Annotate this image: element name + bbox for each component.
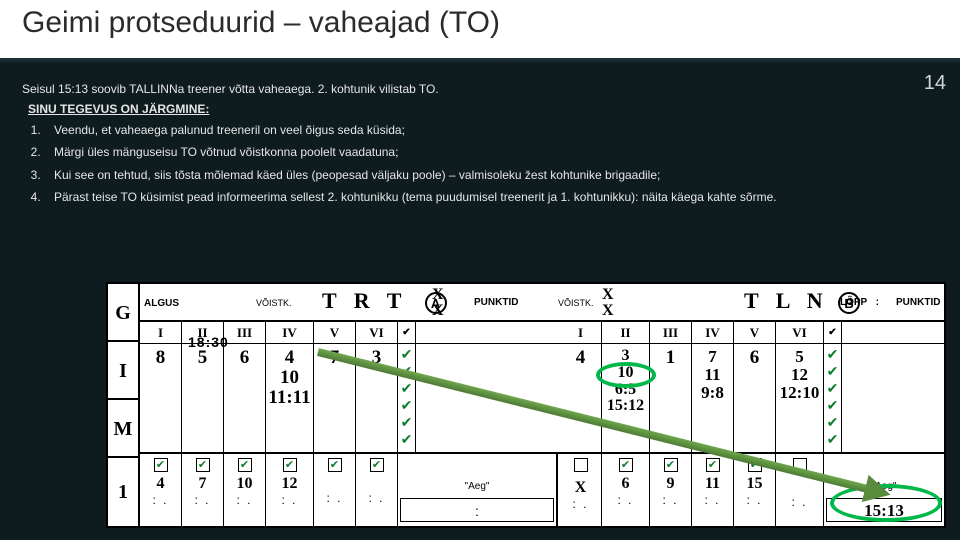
aeg-label: "Aeg" — [824, 481, 944, 492]
bcell: ✔9: . — [650, 454, 692, 528]
cell-a6: 3 — [356, 344, 398, 452]
bcell: ✔15: . — [734, 454, 776, 528]
bcell: ✔10: . — [224, 454, 266, 528]
bcell: X: . — [560, 454, 602, 528]
tick-col: ✔ — [824, 322, 842, 344]
punktid-label-a: PUNKTID — [474, 284, 518, 322]
x-mark-icon: X — [602, 302, 614, 320]
cell-a4: 4 10 11:11 — [266, 344, 314, 452]
lopp-label: LÕPP : — [840, 284, 879, 322]
roman-cell: II — [182, 322, 224, 344]
roman-row: I II III IV V VI ✔ I II III IV V VI ✔ — [140, 322, 944, 344]
x-mark-icon: X — [432, 302, 444, 320]
aeg-label: "Aeg" — [398, 481, 556, 492]
roman-cell: II — [602, 322, 650, 344]
algus-label: ALGUS — [144, 298, 179, 309]
bcell: ✔4: . — [140, 454, 182, 528]
data-row: 8 5 6 4 10 11:11 7 3 ✔✔✔✔✔✔ 4 3 10 6:5 1… — [140, 344, 944, 452]
bcell: ✔11: . — [692, 454, 734, 528]
cell-a3: 6 — [224, 344, 266, 452]
tick-col: ✔ — [398, 322, 416, 344]
scoresheet: G I M 1 ALGUS 18:30 VÕISTK. T R T A X X … — [106, 282, 946, 528]
cell-b5: 6 — [734, 344, 776, 452]
step-item: Kui see on tehtud, siis tõsta mõlemad kä… — [44, 165, 938, 185]
roman-cell: V — [314, 322, 356, 344]
cell-b3: 1 — [650, 344, 692, 452]
roman-cell: III — [650, 322, 692, 344]
left-label: 1 — [108, 458, 138, 526]
step-list: Veendu, et vaheaega palunud treeneril on… — [0, 120, 960, 208]
bcell: ✔7: . — [182, 454, 224, 528]
roman-cell: IV — [692, 322, 734, 344]
aeg-b: "Aeg" 15:13 — [824, 454, 944, 528]
step-item: Märgi üles mänguseisu TO võtnud võistkon… — [44, 142, 938, 162]
team-a-name: T R T A — [322, 288, 447, 314]
algus-cell: ALGUS 18:30 — [144, 284, 254, 322]
punktid-label-b: PUNKTID — [896, 284, 940, 322]
bcell: : . — [776, 454, 824, 528]
aeg-a: "Aeg" : — [398, 454, 558, 528]
cell-b6: 5 12 12:10 — [776, 344, 824, 452]
subheading: SINU TEGEVUS ON JÄRGMINE: — [0, 96, 960, 116]
slide-title: Geimi protseduurid – vaheajad (TO) — [22, 6, 938, 40]
voistk-label-a: VÕISTK. — [256, 284, 298, 322]
bcell: ✔: . — [356, 454, 398, 528]
cell-b2: 3 10 6:5 15:12 — [602, 344, 650, 452]
aeg-box-b: 15:13 — [826, 498, 942, 522]
roman-cell: III — [224, 322, 266, 344]
left-label: I — [108, 342, 138, 400]
bcell: ✔6: . — [602, 454, 650, 528]
cell-b4: 7 11 9:8 — [692, 344, 734, 452]
bottom-row: ✔4: . ✔7: . ✔10: . ✔12: . ✔: . ✔: . "Aeg… — [140, 452, 944, 526]
roman-cell: I — [560, 322, 602, 344]
roman-cell: VI — [776, 322, 824, 344]
bcell: ✔: . — [314, 454, 356, 528]
intro-text: Seisul 15:13 soovib TALLINNa treener võt… — [0, 64, 960, 96]
step-item: Pärast teise TO küsimist pead informeeri… — [44, 187, 938, 207]
cell-a1: 8 — [140, 344, 182, 452]
cell-b1: 4 — [560, 344, 602, 452]
page-number: 14 — [924, 72, 946, 95]
aeg-value: 15:13 — [827, 499, 941, 523]
roman-cell: VI — [356, 322, 398, 344]
roman-cell: V — [734, 322, 776, 344]
left-label: G — [108, 284, 138, 342]
slide: Geimi protseduurid – vaheajad (TO) 14 Se… — [0, 0, 960, 540]
roman-cell: I — [140, 322, 182, 344]
dark-body: 14 Seisul 15:13 soovib TALLINNa treener … — [0, 64, 960, 540]
cell-a2: 5 — [182, 344, 224, 452]
sheet-header: ALGUS 18:30 VÕISTK. T R T A X X PUNKTID … — [140, 284, 944, 322]
tick-col-b: ✔✔✔✔✔✔ — [824, 344, 842, 452]
team-b-text: T L N — [744, 288, 829, 313]
voistk-label-b: VÕISTK. — [558, 284, 594, 322]
left-label-column: G I M 1 — [108, 284, 140, 526]
step-item: Veendu, et vaheaega palunud treeneril on… — [44, 120, 938, 140]
title-bar: Geimi protseduurid – vaheajad (TO) — [0, 0, 960, 58]
bcell: ✔12: . — [266, 454, 314, 528]
roman-cell: IV — [266, 322, 314, 344]
aeg-box-a: : — [400, 498, 554, 522]
cell-a5: 7 — [314, 344, 356, 452]
tick-col-a: ✔✔✔✔✔✔ — [398, 344, 416, 452]
team-a-text: T R T — [322, 288, 407, 313]
left-label: M — [108, 400, 138, 458]
